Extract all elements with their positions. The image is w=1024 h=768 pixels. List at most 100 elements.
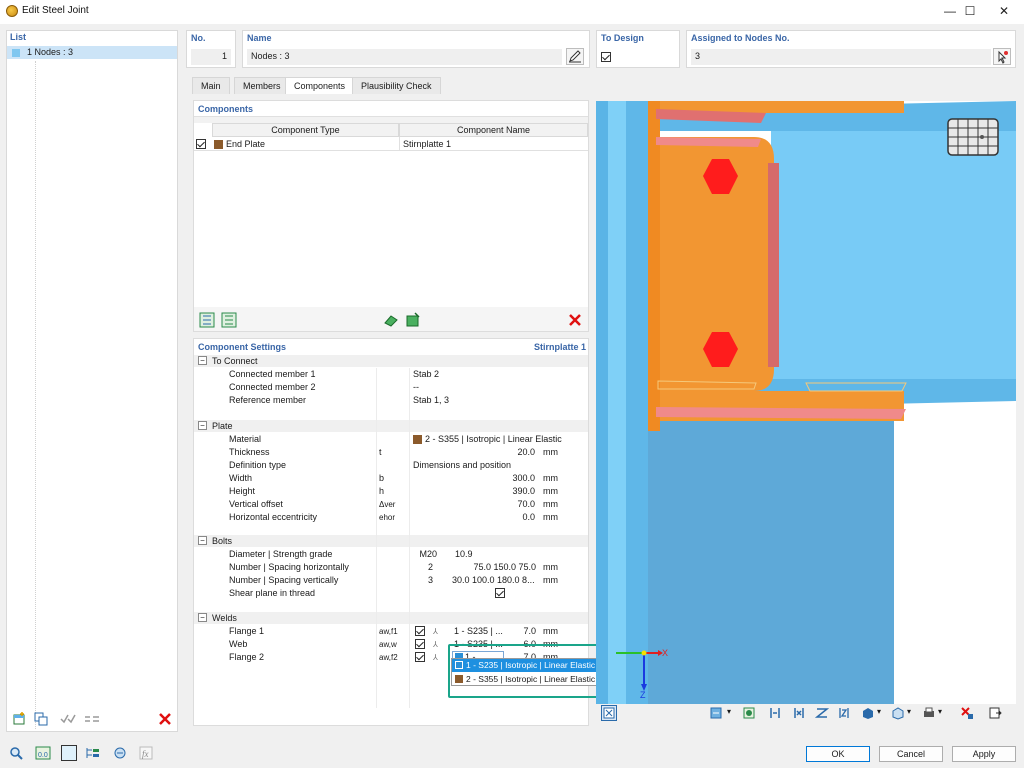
edit-name-button[interactable]	[566, 48, 584, 65]
to-design-label: To Design	[601, 33, 644, 43]
collapse-icon[interactable]: −	[198, 536, 207, 545]
components-section-title: Components	[198, 104, 253, 114]
table-row[interactable]: End Plate Stirnplatte 1	[194, 137, 588, 151]
chevron-down-icon[interactable]: ▾	[907, 707, 911, 716]
setting-row[interactable]: Number | Spacing horizontally 2 75.0 150…	[194, 561, 588, 574]
view-mode-button[interactable]	[601, 705, 617, 721]
material-dropdown-list: 1 - S235 | Isotropic | Linear Elastic 2 …	[451, 658, 606, 686]
import-component-button[interactable]	[382, 311, 398, 327]
setting-unit: mm	[543, 447, 558, 457]
units-button[interactable]: 0.0	[34, 745, 51, 761]
move-down-button[interactable]	[220, 311, 237, 328]
list-item[interactable]: 1 Nodes : 3	[7, 46, 177, 59]
setting-row[interactable]: Connected member 1 Stab 2	[194, 368, 588, 381]
uncheck-all-button[interactable]	[83, 711, 99, 727]
close-button[interactable]: ✕	[984, 0, 1024, 24]
weld-material[interactable]: 1 - S235 | ...	[454, 625, 504, 638]
collapse-icon[interactable]: −	[198, 421, 207, 430]
color-display-button[interactable]	[61, 745, 77, 761]
tab-components[interactable]: Components	[285, 77, 355, 94]
transparency-button[interactable]	[890, 705, 906, 721]
setting-label: Shear plane in thread	[229, 588, 316, 598]
tab-main[interactable]: Main	[192, 77, 230, 94]
setting-row[interactable]: Width b 300.0 mm	[194, 472, 588, 485]
node-color-icon	[12, 49, 20, 57]
member-list-button[interactable]	[84, 745, 100, 761]
setting-unit: mm	[543, 626, 558, 636]
delete-icon	[159, 713, 171, 725]
move-up-button[interactable]	[198, 311, 215, 328]
view-z-button[interactable]	[814, 705, 830, 721]
delete-icon	[569, 314, 581, 326]
search-button[interactable]	[8, 745, 24, 761]
view-x-button[interactable]	[767, 705, 783, 721]
save-component-button[interactable]	[404, 311, 420, 327]
render-mode-button[interactable]	[860, 705, 876, 721]
view-iso-button[interactable]	[836, 705, 852, 721]
group-to-connect[interactable]: − To Connect	[194, 355, 588, 367]
weld-enabled-checkbox[interactable]	[415, 626, 425, 636]
name-field-box: Name Nodes : 3	[242, 30, 590, 68]
delete-component-button[interactable]	[566, 311, 582, 327]
view-y-button[interactable]	[791, 705, 807, 721]
setting-row[interactable]: Horizontal eccentricity ehor 0.0 mm	[194, 511, 588, 524]
apply-button[interactable]: Apply	[952, 746, 1016, 762]
assigned-nodes-field[interactable]: 3	[691, 49, 991, 65]
component-enabled-checkbox[interactable]	[196, 139, 206, 149]
setting-row[interactable]: Thickness t 20.0 mm	[194, 446, 588, 459]
delete-joint-button[interactable]	[157, 711, 173, 727]
setting-row[interactable]: Reference member Stab 1, 3	[194, 394, 588, 407]
collapse-icon[interactable]: −	[198, 613, 207, 622]
print-button[interactable]	[921, 705, 937, 721]
display-options-button[interactable]	[708, 705, 724, 721]
chevron-down-icon[interactable]: ▾	[938, 707, 942, 716]
setting-label: Vertical offset	[229, 499, 283, 509]
setting-row[interactable]: Vertical offset Δver 70.0 mm	[194, 498, 588, 511]
group-welds[interactable]: − Welds	[194, 612, 588, 624]
pick-nodes-button[interactable]	[993, 48, 1011, 65]
setting-value: 20.0	[517, 447, 535, 457]
setting-symbol: Δver	[379, 500, 396, 509]
copy-joint-button[interactable]	[33, 711, 49, 727]
setting-row[interactable]: Height h 390.0 mm	[194, 485, 588, 498]
render-mode-icon	[863, 708, 873, 719]
weld-enabled-checkbox[interactable]	[415, 639, 425, 649]
view-filter-button[interactable]	[741, 705, 757, 721]
setting-row[interactable]: Diameter | Strength grade M20 10.9	[194, 548, 588, 561]
setting-row[interactable]: Connected member 2 --	[194, 381, 588, 394]
setting-row[interactable]: Definition type Dimensions and position	[194, 459, 588, 472]
setting-row[interactable]: Material 2 - S355 | Isotropic | Linear E…	[194, 433, 588, 446]
check-all-button[interactable]	[59, 711, 76, 727]
to-design-checkbox[interactable]	[601, 52, 611, 64]
3d-view[interactable]: X Z	[596, 101, 1016, 704]
formula-button[interactable]: fx	[138, 745, 154, 761]
setting-row[interactable]: Number | Spacing vertically 3 30.0 100.0…	[194, 574, 588, 587]
setting-row[interactable]: Flange 1 aw,f1 ⅄ 1 - S235 | ... 7.0 mm	[194, 625, 588, 638]
no-field[interactable]: 1	[191, 49, 231, 65]
export-view-button[interactable]	[987, 705, 1003, 721]
component-name-cell: Stirnplatte 1	[403, 139, 452, 149]
reset-view-button[interactable]	[959, 705, 975, 721]
ok-button[interactable]: OK	[806, 746, 870, 762]
new-joint-button[interactable]	[11, 711, 27, 727]
collapse-icon[interactable]: −	[198, 356, 207, 365]
cancel-button[interactable]: Cancel	[879, 746, 943, 762]
dropdown-option-s355[interactable]: 2 - S355 | Isotropic | Linear Elastic	[452, 673, 605, 686]
chevron-down-icon[interactable]: ▾	[877, 707, 881, 716]
chevron-down-icon[interactable]: ▾	[727, 707, 731, 716]
tab-members[interactable]: Members	[234, 77, 290, 94]
shear-plane-checkbox[interactable]	[495, 588, 505, 598]
weld-enabled-checkbox[interactable]	[415, 652, 425, 662]
tab-plausibility-check[interactable]: Plausibility Check	[352, 77, 441, 94]
group-plate[interactable]: − Plate	[194, 420, 588, 432]
setting-label: Material	[229, 434, 262, 444]
setting-value: 70.0	[517, 499, 535, 509]
name-field[interactable]: Nodes : 3	[247, 49, 562, 65]
weld-flange-2	[656, 407, 906, 419]
setting-row[interactable]: Shear plane in thread	[194, 587, 588, 600]
material-color-swatch	[455, 661, 463, 669]
render-settings-button[interactable]	[112, 745, 128, 761]
group-bolts[interactable]: − Bolts	[194, 535, 588, 547]
list-header: List	[7, 31, 177, 44]
dropdown-option-s235[interactable]: 1 - S235 | Isotropic | Linear Elastic	[452, 659, 605, 672]
